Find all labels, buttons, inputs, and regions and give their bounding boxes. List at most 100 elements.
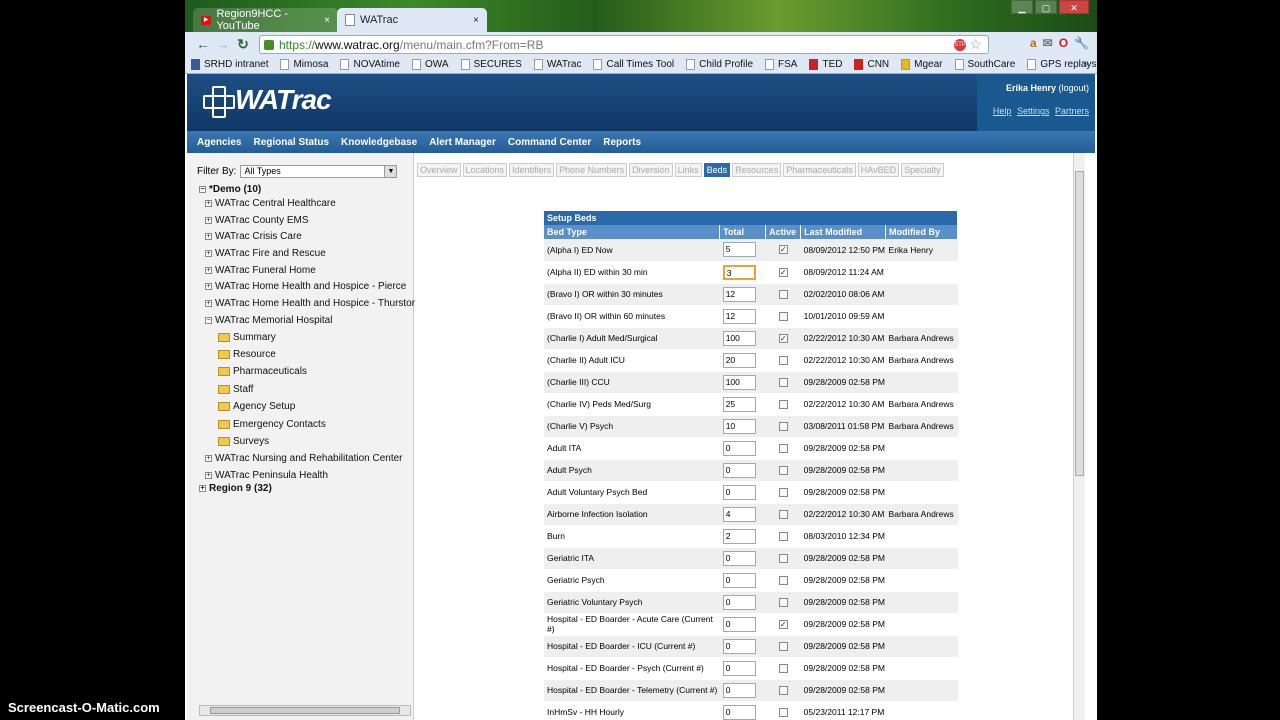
bookmark-southcare[interactable]: SouthCare bbox=[954, 59, 1015, 70]
total-input[interactable]: 0 bbox=[722, 594, 756, 610]
tree-agency-hospital[interactable]: − WATrac Memorial Hospital bbox=[205, 315, 332, 326]
tab-resources[interactable]: Resources bbox=[732, 163, 782, 177]
total-input[interactable]: 0 bbox=[722, 660, 756, 676]
filter-select[interactable]: All Types ▼ bbox=[240, 165, 398, 178]
total-input[interactable]: 0 bbox=[722, 638, 756, 654]
bookmark-watrac[interactable]: WATrac bbox=[533, 59, 581, 70]
bookmark-owa[interactable]: OWA bbox=[411, 59, 449, 70]
menu-knowledgebase[interactable]: Knowledgebase bbox=[341, 137, 417, 148]
close-window-button[interactable]: ✕ bbox=[1059, 0, 1089, 14]
tab-pharmaceuticals[interactable]: Pharmaceuticals bbox=[783, 163, 856, 177]
active-checkbox[interactable]: ✓ bbox=[778, 245, 788, 255]
bookmark-srhd[interactable]: SRHD intranet bbox=[191, 59, 268, 70]
active-checkbox[interactable] bbox=[778, 707, 788, 717]
active-checkbox[interactable] bbox=[778, 289, 788, 299]
collapse-icon[interactable]: − bbox=[199, 185, 206, 193]
menu-regional-status[interactable]: Regional Status bbox=[253, 137, 329, 148]
tree-agency[interactable]: + WATrac Fire and Rescue bbox=[205, 248, 326, 259]
menu-command-center[interactable]: Command Center bbox=[508, 137, 591, 148]
tree-agency[interactable]: + WATrac Central Healthcare bbox=[205, 198, 336, 209]
active-checkbox[interactable] bbox=[778, 685, 788, 695]
tree-agency[interactable]: + WATrac Peninsula Health bbox=[205, 470, 328, 481]
total-input[interactable]: 0 bbox=[722, 616, 756, 632]
tab-links[interactable]: Links bbox=[674, 163, 702, 177]
tree-item-summary[interactable]: Summary bbox=[218, 332, 276, 343]
tree-agency[interactable]: + WATrac County EMS bbox=[205, 215, 309, 226]
total-input[interactable]: 0 bbox=[722, 484, 756, 500]
total-input[interactable]: 0 bbox=[722, 440, 756, 456]
address-bar[interactable]: https://www.watrac.org/menu/main.cfm?Fro… bbox=[259, 35, 989, 54]
active-checkbox[interactable] bbox=[778, 509, 788, 519]
expand-icon[interactable]: + bbox=[205, 249, 212, 257]
bookmark-mimosa[interactable]: Mimosa bbox=[280, 59, 328, 70]
total-input[interactable]: 100 bbox=[722, 374, 756, 390]
tree-item-staff[interactable]: Staff bbox=[218, 384, 253, 395]
total-input[interactable]: 12 bbox=[722, 286, 756, 302]
tab-diversion[interactable]: Diversion bbox=[629, 163, 673, 177]
bookmark-call-times[interactable]: Call Times Tool bbox=[593, 59, 674, 70]
bookmark-star-icon[interactable]: ☆ bbox=[969, 36, 982, 53]
active-checkbox[interactable]: ✓ bbox=[778, 619, 788, 629]
menu-reports[interactable]: Reports bbox=[603, 137, 641, 148]
help-link[interactable]: Help bbox=[993, 106, 1012, 116]
bookmark-mgear[interactable]: Mgear bbox=[901, 59, 943, 70]
maximize-button[interactable]: ▢ bbox=[1035, 0, 1057, 14]
total-input[interactable]: 3 bbox=[722, 264, 756, 280]
tab-specialty[interactable]: Specialty bbox=[901, 163, 944, 177]
close-tab-icon[interactable]: × bbox=[324, 15, 330, 26]
total-input[interactable]: 0 bbox=[722, 682, 756, 698]
scrollbar-thumb[interactable] bbox=[210, 707, 400, 714]
active-checkbox[interactable] bbox=[778, 465, 788, 475]
tab-youtube[interactable]: ▶ Region9HCC - YouTube × bbox=[193, 8, 338, 32]
minimize-button[interactable]: ▁ bbox=[1011, 0, 1033, 14]
total-input[interactable]: 5 bbox=[722, 242, 756, 258]
logout-link[interactable]: (logout) bbox=[1058, 83, 1089, 93]
sidebar-horizontal-scrollbar[interactable] bbox=[199, 705, 411, 716]
scrollbar-thumb[interactable] bbox=[1075, 171, 1084, 476]
expand-icon[interactable]: + bbox=[205, 282, 212, 290]
total-input[interactable]: 12 bbox=[722, 308, 756, 324]
active-checkbox[interactable] bbox=[778, 663, 788, 673]
active-checkbox[interactable] bbox=[778, 377, 788, 387]
bookmark-child-profile[interactable]: Child Profile bbox=[686, 59, 753, 70]
tab-identifiers[interactable]: Identifiers bbox=[509, 163, 555, 177]
vertical-scrollbar[interactable] bbox=[1073, 153, 1085, 720]
total-input[interactable]: 20 bbox=[722, 352, 756, 368]
active-checkbox[interactable] bbox=[778, 355, 788, 365]
expand-icon[interactable]: + bbox=[205, 471, 212, 479]
total-input[interactable]: 10 bbox=[722, 418, 756, 434]
tree-root[interactable]: − *Demo (10) bbox=[199, 184, 261, 195]
total-input[interactable]: 0 bbox=[722, 572, 756, 588]
total-input[interactable]: 0 bbox=[722, 462, 756, 478]
total-input[interactable]: 2 bbox=[722, 528, 756, 544]
expand-icon[interactable]: + bbox=[205, 266, 212, 274]
back-icon[interactable]: ← bbox=[193, 36, 213, 52]
active-checkbox[interactable] bbox=[778, 443, 788, 453]
tree-item-surveys[interactable]: Surveys bbox=[218, 436, 269, 447]
reload-icon[interactable]: ↻ bbox=[233, 36, 253, 53]
total-input[interactable]: 100 bbox=[722, 330, 756, 346]
tab-locations[interactable]: Locations bbox=[462, 163, 508, 177]
settings-link[interactable]: Settings bbox=[1017, 106, 1050, 116]
bookmark-ted[interactable]: TED bbox=[809, 59, 842, 70]
active-checkbox[interactable] bbox=[778, 311, 788, 321]
total-input[interactable]: 0 bbox=[722, 550, 756, 566]
expand-icon[interactable]: + bbox=[199, 484, 206, 492]
bookmark-fsa[interactable]: FSA bbox=[765, 59, 797, 70]
tab-phone-numbers[interactable]: Phone Numbers bbox=[556, 163, 628, 177]
watrac-logo[interactable]: WATrac bbox=[203, 84, 332, 118]
active-checkbox[interactable] bbox=[778, 421, 788, 431]
tree-agency[interactable]: + WATrac Funeral Home bbox=[205, 265, 316, 276]
active-checkbox[interactable] bbox=[778, 553, 788, 563]
active-checkbox[interactable]: ✓ bbox=[778, 267, 788, 277]
expand-icon[interactable]: + bbox=[205, 216, 212, 224]
bookmark-secures[interactable]: SECURES bbox=[460, 59, 522, 70]
tree-agency[interactable]: + WATrac Crisis Care bbox=[205, 231, 302, 242]
active-checkbox[interactable] bbox=[778, 575, 788, 585]
wrench-icon[interactable]: 🔧 bbox=[1074, 36, 1089, 50]
tab-overview[interactable]: Overview bbox=[417, 163, 461, 177]
expand-icon[interactable]: + bbox=[205, 232, 212, 240]
bookmarks-overflow-icon[interactable]: » bbox=[1083, 58, 1089, 69]
total-input[interactable]: 25 bbox=[722, 396, 756, 412]
tab-havbed[interactable]: HAvBED bbox=[857, 163, 900, 177]
